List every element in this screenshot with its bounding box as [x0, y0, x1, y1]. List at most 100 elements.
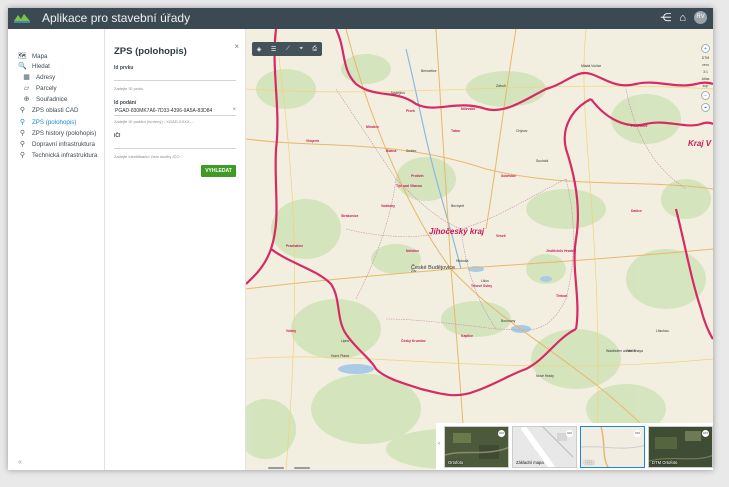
sidebar-item-label: ZPS history (polohopis)	[32, 129, 97, 137]
sidebar-item-9[interactable]: ⚲ Technická infrastruktura	[18, 151, 98, 160]
sidebar-item-label: Adresy	[36, 73, 56, 81]
map-label-region: Kraj V	[688, 139, 712, 148]
field-label-ici: IČI	[114, 133, 121, 139]
sidebar-item-label: Technická infrastruktura	[32, 151, 98, 159]
sidebar-item-label: Mapa	[32, 52, 48, 60]
basemap-osm[interactable]: ### OSM	[580, 426, 645, 468]
field-label-id-prvku: Id prvku	[114, 65, 134, 71]
map-scrollbar[interactable]	[268, 467, 284, 469]
basemap-zakladni-mapa[interactable]: ### Základní mapa	[512, 426, 577, 468]
basemap-dtm-ortofoto[interactable]: ### DTM Ortofoto	[648, 426, 713, 468]
search-icon: ⚲	[19, 130, 26, 137]
home-icon[interactable]: ⌂	[679, 12, 686, 24]
map-scrollbar[interactable]	[294, 467, 310, 469]
avatar[interactable]: RV	[694, 11, 707, 24]
map-label-place: Sedlec	[406, 149, 417, 153]
print-icon[interactable]: ⎙	[312, 46, 317, 53]
ici-input[interactable]	[114, 140, 236, 149]
map-tool-item[interactable]: zero	[700, 63, 711, 67]
map-label-place: Mladá Vožice	[581, 64, 602, 68]
map-label-town: Volary	[286, 329, 297, 333]
clear-icon[interactable]: ×	[232, 107, 236, 113]
map-label-town: Milevsko	[461, 107, 476, 111]
map-label-place: Hluboká	[456, 259, 469, 263]
sidebar-item-4[interactable]: ⊕ Souřadnice	[22, 95, 68, 104]
map-base-layer	[246, 29, 713, 470]
map-label-town: Kaplice	[461, 334, 474, 338]
map-label-place: Horní Planá	[331, 354, 349, 358]
basemap-badge: ###	[498, 430, 505, 437]
search-icon: 🔍	[18, 63, 27, 70]
sidebar-item-5[interactable]: ⚲ ZPS oblasti CAD	[18, 106, 79, 115]
map-icon: 🗺	[18, 53, 27, 60]
pin-icon[interactable]: ⌖	[300, 46, 303, 53]
map-right-tools: + DTM zero 3:1 Atlas kop − ⌖	[700, 44, 711, 112]
field-label-id-podani: Id podání	[114, 100, 137, 106]
share-icon[interactable]: ⋲	[660, 11, 671, 24]
search-icon: ⚲	[19, 119, 26, 126]
map-label-place: Bechyně	[451, 204, 465, 208]
sidebar-item-8[interactable]: ⚲ Dopravní infrastruktura	[18, 140, 95, 149]
map-tool-item[interactable]: DTM	[700, 56, 711, 60]
zoom-in-button[interactable]: +	[701, 44, 710, 53]
map-label-town: Tábor	[451, 129, 461, 133]
map-label-city: České Budějovice	[411, 265, 456, 271]
id-prvku-input[interactable]	[114, 72, 236, 81]
map-canvas[interactable]: Jihočeský kraj Kraj V České Budějovice Píse…	[246, 29, 713, 470]
map-tool-item[interactable]: 3:1	[700, 70, 711, 74]
map-label-place: Borovany	[501, 319, 516, 323]
sidebar-item-6[interactable]: ⚲ ZPS (polohopis)	[18, 118, 77, 127]
list-icon[interactable]: ☰	[271, 46, 276, 53]
address-icon: ▦	[23, 74, 30, 81]
map-label-town: Mirotice	[366, 125, 379, 129]
map-label-town: Písek	[406, 109, 415, 113]
map-label-town: Dačice	[631, 209, 642, 213]
collapse-sidebar-icon[interactable]: «	[18, 459, 22, 466]
map-label-region: Jihočeský kraj	[429, 227, 485, 236]
basemap-ortofoto[interactable]: ### Ortofoto	[444, 426, 509, 468]
zoom-out-button[interactable]: −	[701, 91, 710, 100]
map-label-place: Chýnov	[516, 129, 528, 133]
map-tool-item[interactable]: kop	[700, 84, 711, 88]
map-label-place: Lišov	[481, 279, 489, 283]
map-label-place: Zliv	[411, 269, 417, 273]
app-logo-icon	[14, 14, 30, 23]
close-icon[interactable]: ×	[234, 42, 239, 51]
sidebar-item-label: ZPS (polohopis)	[32, 118, 77, 126]
top-bar-actions: ⋲ ⌂ RV	[660, 11, 707, 24]
search-button[interactable]: VYHLEDAT	[201, 165, 236, 177]
chevron-left-icon[interactable]: ‹	[438, 441, 440, 447]
map-label-town: Trhové Sviny	[471, 284, 493, 288]
search-icon: ⚲	[19, 152, 26, 159]
sidebar-item-1[interactable]: 🔍 Hledat	[18, 62, 50, 71]
locate-icon[interactable]: ⌖	[701, 103, 710, 112]
sidebar-nav: 🗺 Mapa 🔍 Hledat ▦ Adresy ▱ Parcely ⊕ Souřadnice ⚲ Z…	[8, 29, 105, 470]
sidebar-item-7[interactable]: ⚲ ZPS history (polohopis)	[18, 129, 97, 138]
map-label-town: Netolice	[406, 249, 420, 253]
field-hint-ici: Zadejte identifikační číslo služby IČO	[114, 154, 180, 159]
basemap-badge: ###	[566, 430, 573, 437]
map-label-town: Český Krumlov	[401, 339, 426, 343]
map-tool-item[interactable]: Atlas	[700, 77, 711, 81]
sidebar-item-0[interactable]: 🗺 Mapa	[18, 52, 48, 61]
map-label-town: Jindřichův Hradec	[546, 249, 576, 253]
search-icon: ⚲	[19, 141, 26, 148]
id-podani-input[interactable]: PGAD-830MK7A6-7D33-4396-9A5A-83D84	[114, 107, 236, 116]
search-panel: ZPS (polohopis) × Id prvku Zadejte ID pr…	[105, 29, 246, 470]
basemap-label: DTM Ortofoto	[652, 460, 678, 465]
basemap-badge: ###	[634, 430, 641, 437]
map-label-place: Nadějkov	[391, 91, 406, 95]
map-label-town: Blatná	[386, 149, 397, 153]
layers-icon[interactable]: ◈	[257, 46, 262, 53]
ruler-icon[interactable]: ⟋	[286, 46, 290, 53]
sidebar-item-2[interactable]: ▦ Adresy	[22, 73, 56, 82]
panel-title: ZPS (polohopis)	[114, 46, 187, 57]
map-label-town: Pelhřimov	[631, 124, 648, 128]
basemap-label: OSM	[584, 460, 594, 465]
app-title: Aplikace pro stavební úřady	[42, 11, 191, 25]
coordinates-icon: ⊕	[23, 96, 30, 103]
sidebar-item-3[interactable]: ▱ Parcely	[22, 84, 57, 93]
sidebar-item-label: ZPS oblasti CAD	[32, 106, 79, 114]
map-label-town: Protivín	[411, 174, 424, 178]
field-hint-id-prvku: Zadejte ID prvku	[114, 86, 144, 91]
